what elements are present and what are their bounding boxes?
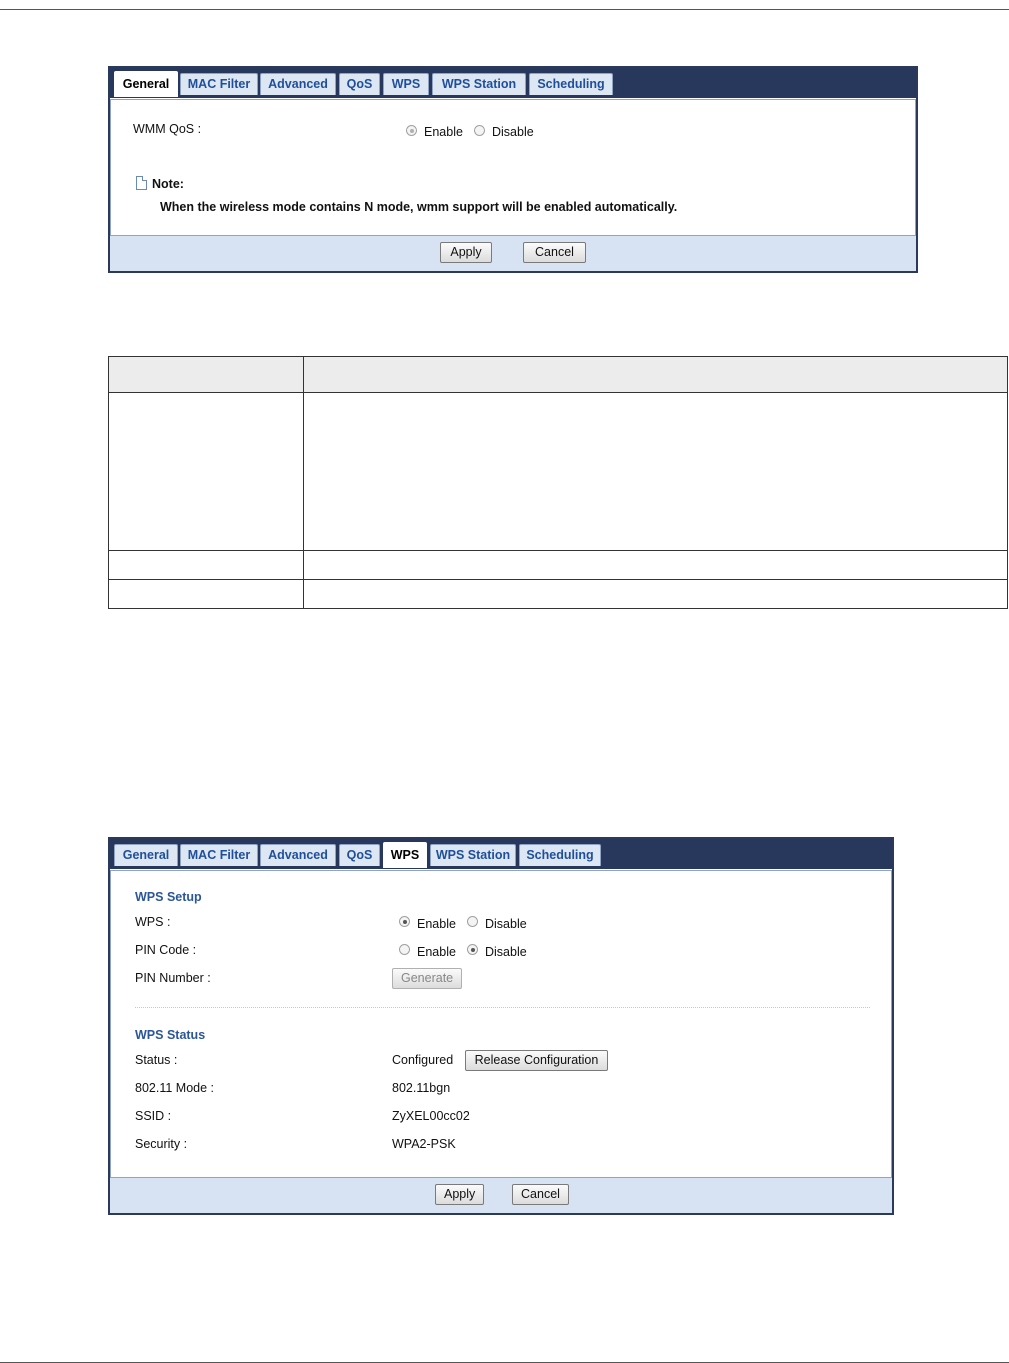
section-divider [135,1007,870,1008]
wmm-qos-label: WMM QoS : [133,122,202,136]
pin-code-label: PIN Code : [135,943,197,957]
wps-disable-label: Disable [485,917,527,931]
table-cell [303,550,1008,580]
tab-general[interactable]: General [114,844,178,866]
table-cell [303,579,1008,609]
qos-tabbar: General MAC Filter Advanced QoS WPS WPS … [110,68,916,98]
cancel-button[interactable]: Cancel [523,242,586,263]
mode-label: 802.11 Mode : [135,1081,214,1095]
wmm-disable-label: Disable [492,125,534,139]
table-header-cell [108,356,304,393]
note-icon [136,176,147,190]
ssid-value: ZyXEL00cc02 [392,1109,470,1123]
status-label: Status : [135,1053,178,1067]
tab-wps[interactable]: WPS [383,73,429,95]
tab-qos[interactable]: QoS [339,73,380,95]
mode-value: 802.11bgn [392,1081,451,1095]
top-rule [0,9,1009,10]
note-text: When the wireless mode contains N mode, … [160,200,678,214]
wps-panel: General MAC Filter Advanced QoS WPS WPS … [108,837,894,1215]
tab-advanced[interactable]: Advanced [260,844,336,866]
wps-body: WPS Setup WPS : Enable Disable PIN Code … [110,870,892,1180]
security-value: WPA2-PSK [392,1137,456,1151]
cancel-button[interactable]: Cancel [512,1184,569,1205]
tab-wps-station[interactable]: WPS Station [432,73,526,95]
table-cell [108,550,304,580]
tab-general[interactable]: General [114,71,178,97]
wps-setup-title: WPS Setup [135,890,202,904]
pin-enable-radio[interactable] [399,944,410,955]
table-row [108,550,1008,580]
table-row [108,392,1008,551]
description-table [108,356,1008,609]
wps-status-title: WPS Status [135,1028,206,1042]
pin-disable-label: Disable [485,945,527,959]
qos-panel: General MAC Filter Advanced QoS WPS WPS … [108,66,918,273]
security-label: Security : [135,1137,188,1151]
wps-enable-label: Enable [417,917,456,931]
wps-footer: Apply Cancel [110,1177,892,1213]
tab-scheduling[interactable]: Scheduling [529,73,613,95]
status-value: Configured [392,1053,454,1067]
qos-body: WMM QoS : Enable Disable Note: When the … [110,99,916,239]
wmm-disable-radio[interactable] [474,125,485,136]
tab-scheduling[interactable]: Scheduling [519,844,601,866]
note-title: Note: [152,177,184,191]
release-configuration-button[interactable]: Release Configuration [465,1050,608,1071]
tab-wps-station[interactable]: WPS Station [430,844,516,866]
pin-disable-radio[interactable] [467,944,478,955]
table-cell [108,392,304,551]
table-header-row [108,356,1008,393]
generate-button[interactable]: Generate [392,968,462,989]
table-header-cell [303,356,1008,393]
wmm-enable-label: Enable [424,125,463,139]
pin-number-label: PIN Number : [135,971,211,985]
tab-qos[interactable]: QoS [339,844,380,866]
pin-enable-label: Enable [417,945,456,959]
apply-button[interactable]: Apply [440,242,492,263]
tab-wps[interactable]: WPS [383,842,427,868]
table-cell [108,579,304,609]
wps-enable-radio[interactable] [399,916,410,927]
qos-footer: Apply Cancel [110,235,916,271]
wmm-enable-radio[interactable] [406,125,417,136]
apply-button[interactable]: Apply [435,1184,484,1205]
table-cell [303,392,1008,551]
tab-advanced[interactable]: Advanced [260,73,336,95]
wps-tabbar: General MAC Filter Advanced QoS WPS WPS … [110,839,892,869]
tab-mac-filter[interactable]: MAC Filter [180,73,258,95]
table-row [108,579,1008,609]
tab-mac-filter[interactable]: MAC Filter [180,844,258,866]
ssid-label: SSID : [135,1109,172,1123]
wps-label: WPS : [135,915,171,929]
wps-disable-radio[interactable] [467,916,478,927]
